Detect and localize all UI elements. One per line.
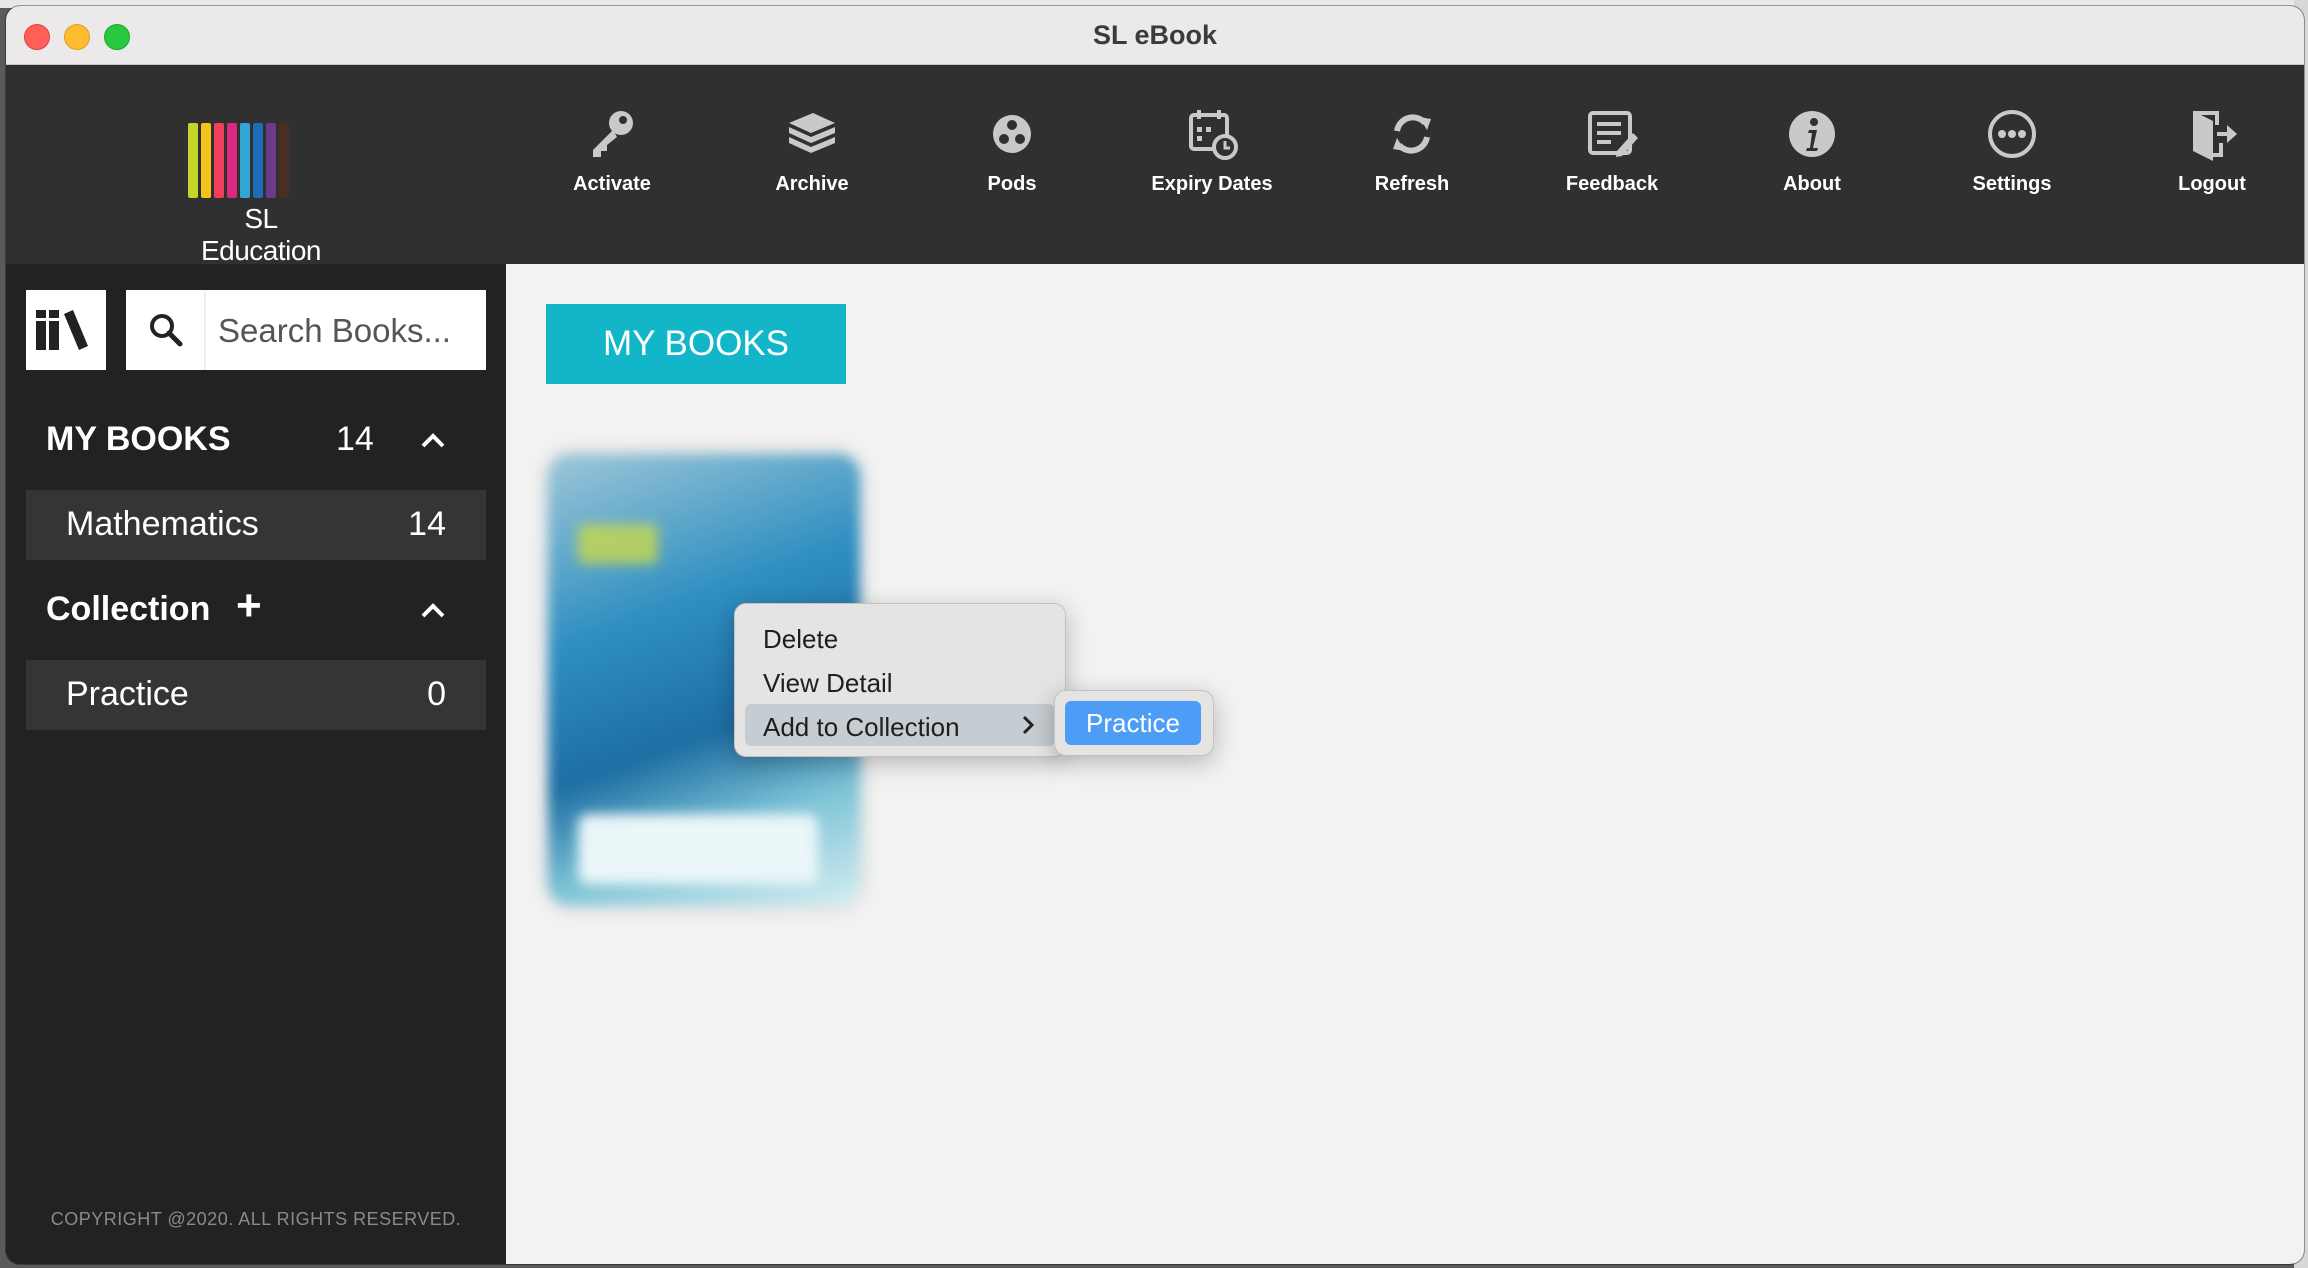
copyright-text: COPYRIGHT @2020. ALL RIGHTS RESERVED. bbox=[50, 1209, 462, 1229]
add-collection-button[interactable]: + bbox=[236, 584, 262, 628]
app-window: SL eBook SL Education Activate Archive P… bbox=[6, 6, 2304, 1264]
logout-button[interactable]: Logout bbox=[2132, 105, 2292, 215]
window-title: SL eBook bbox=[1092, 20, 1218, 50]
expiry-dates-button[interactable]: Expiry Dates bbox=[1132, 105, 1292, 215]
my-books-header[interactable]: MY BOOKS 14 bbox=[46, 414, 486, 464]
logo-bar bbox=[240, 123, 250, 198]
collection-title: Collection bbox=[46, 590, 211, 628]
pods-button[interactable]: Pods bbox=[932, 105, 1092, 215]
chevron-up-icon[interactable] bbox=[416, 594, 450, 628]
activate-button[interactable]: Activate bbox=[532, 105, 692, 215]
pods-icon bbox=[993, 115, 1031, 153]
refresh-label: Refresh bbox=[1374, 173, 1450, 195]
expiry-dates-label: Expiry Dates bbox=[1151, 173, 1273, 195]
logo-bar bbox=[201, 123, 211, 198]
main-content: MY BOOKS bbox=[506, 264, 2304, 1264]
refresh-button[interactable]: Refresh bbox=[1332, 105, 1492, 215]
my-books-title: MY BOOKS bbox=[46, 420, 231, 458]
collection-header[interactable]: Collection + bbox=[46, 584, 486, 634]
title-bar: SL eBook bbox=[6, 6, 2304, 65]
menu-item-add-to-collection[interactable]: Add to Collection bbox=[745, 704, 1055, 746]
menu-item-label: View Detail bbox=[763, 668, 893, 698]
settings-label: Settings bbox=[1972, 173, 2052, 195]
menu-item-label: Delete bbox=[763, 624, 839, 654]
logo-bar bbox=[266, 123, 276, 198]
search-icon bbox=[150, 314, 183, 347]
archive-label: Archive bbox=[775, 173, 849, 195]
sidebar-item-practice[interactable]: Practice 0 bbox=[26, 660, 486, 730]
about-button[interactable]: About bbox=[1732, 105, 1892, 215]
chevron-up-icon[interactable] bbox=[416, 424, 450, 458]
submenu-item-practice[interactable]: Practice bbox=[1065, 701, 1201, 745]
sidebar-item-label: Practice bbox=[66, 675, 189, 713]
my-books-tab[interactable]: MY BOOKS bbox=[546, 304, 846, 384]
menu-item-view-detail[interactable]: View Detail bbox=[745, 660, 1055, 702]
sidebar-item-mathematics[interactable]: Mathematics 14 bbox=[26, 490, 486, 560]
archive-icon bbox=[789, 113, 835, 153]
pods-label: Pods bbox=[987, 173, 1037, 195]
more-icon bbox=[1988, 110, 2036, 158]
key-icon bbox=[593, 111, 633, 157]
feedback-button[interactable]: Feedback bbox=[1532, 105, 1692, 215]
sidebar: MY BOOKS 14 Mathematics 14 Collection + … bbox=[6, 264, 506, 1264]
activate-label: Activate bbox=[573, 173, 651, 195]
collection-submenu: Practice bbox=[1054, 690, 1214, 756]
logout-label: Logout bbox=[2178, 173, 2246, 195]
calendar-clock-icon bbox=[1189, 110, 1238, 160]
logout-icon bbox=[2193, 111, 2237, 161]
toolbar: SL Education Activate Archive Pods Expir… bbox=[6, 65, 2304, 266]
sl-education-logo: SL Education bbox=[188, 123, 338, 266]
sidebar-item-count: 14 bbox=[408, 505, 446, 543]
archive-button[interactable]: Archive bbox=[732, 105, 892, 215]
feedback-label: Feedback bbox=[1565, 173, 1659, 195]
refresh-icon bbox=[1393, 114, 1431, 154]
logo-bar bbox=[214, 123, 224, 198]
search-divider bbox=[204, 290, 206, 370]
logo-bars bbox=[188, 123, 289, 198]
about-label: About bbox=[1783, 173, 1841, 195]
menu-item-delete[interactable]: Delete bbox=[745, 616, 1055, 658]
search-box bbox=[126, 290, 486, 370]
book-cover-label bbox=[578, 814, 818, 884]
context-menu: Delete View Detail Add to Collection bbox=[734, 603, 1066, 757]
library-button[interactable] bbox=[26, 290, 106, 370]
logo-bar bbox=[253, 123, 263, 198]
library-icon bbox=[36, 310, 88, 350]
logo-bar bbox=[279, 123, 289, 198]
chevron-right-icon bbox=[1022, 715, 1035, 735]
logo-bar bbox=[227, 123, 237, 198]
menu-item-label: Add to Collection bbox=[763, 712, 960, 742]
logo-text: SL Education bbox=[200, 203, 322, 266]
feedback-icon bbox=[1588, 111, 1638, 157]
settings-button[interactable]: Settings bbox=[1932, 105, 2092, 215]
book-cover-accent bbox=[578, 524, 658, 564]
sidebar-item-label: Mathematics bbox=[66, 505, 259, 543]
info-icon bbox=[1789, 111, 1835, 157]
my-books-count: 14 bbox=[336, 420, 374, 458]
sidebar-item-count: 0 bbox=[427, 675, 446, 713]
logo-bar bbox=[188, 123, 198, 198]
search-input[interactable] bbox=[216, 302, 480, 360]
